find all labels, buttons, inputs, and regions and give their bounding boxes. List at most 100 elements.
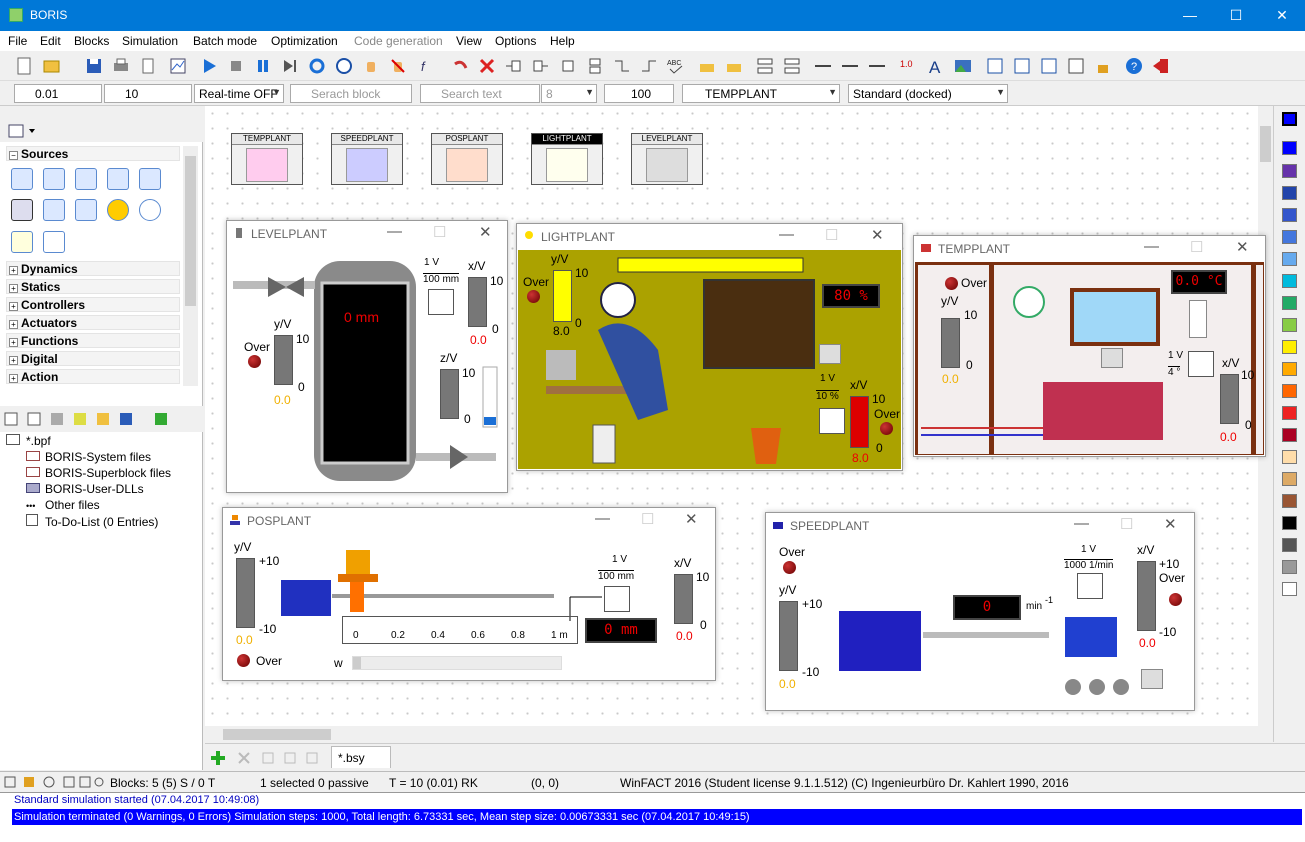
- search-text-field[interactable]: Search text: [420, 84, 540, 103]
- hand-stop-icon[interactable]: [388, 56, 408, 76]
- save-icon[interactable]: [84, 56, 104, 76]
- numbers-icon[interactable]: 1.0: [899, 56, 919, 76]
- w-slider[interactable]: [352, 656, 562, 670]
- color-swatch[interactable]: [1282, 406, 1297, 420]
- window-minimize-button[interactable]: —: [1144, 238, 1159, 255]
- chart-window-icon[interactable]: [168, 56, 188, 76]
- window-maximize-button[interactable]: ☐: [1120, 515, 1133, 533]
- category-actuators[interactable]: + Actuators: [6, 315, 180, 330]
- zoom-field[interactable]: 100: [604, 84, 674, 103]
- color-swatch[interactable]: [1282, 141, 1297, 155]
- lightning-icon[interactable]: [819, 344, 841, 364]
- category-dynamics[interactable]: + Dynamics: [6, 261, 180, 276]
- window-levelplant[interactable]: LEVELPLANT — ☐ ✕ 1 V 100 mm x/V 10 0 0.0…: [226, 220, 508, 493]
- route-icon[interactable]: [612, 56, 632, 76]
- print-preview-icon[interactable]: [138, 56, 158, 76]
- scroll-thumb[interactable]: [1260, 126, 1271, 162]
- window-arrange-icon[interactable]: [985, 56, 1005, 76]
- window-minimize-button[interactable]: —: [779, 226, 794, 243]
- refresh-icon[interactable]: [307, 56, 327, 76]
- window-close-button[interactable]: ✕: [685, 510, 698, 528]
- signal-block-icon[interactable]: [75, 199, 97, 221]
- color-swatch[interactable]: [1282, 450, 1297, 464]
- ungroup-icon[interactable]: [724, 56, 744, 76]
- color-swatch[interactable]: [1282, 384, 1297, 398]
- tree-item-system-files[interactable]: BORIS-System files: [26, 450, 151, 464]
- rotate-icon[interactable]: [558, 56, 578, 76]
- window-close-button[interactable]: ✕: [1164, 515, 1177, 533]
- color-swatch[interactable]: [1282, 318, 1297, 332]
- view-mode-icon[interactable]: [8, 124, 36, 138]
- source-block-icon[interactable]: [43, 168, 65, 190]
- menu-blocks[interactable]: Blocks: [74, 34, 109, 48]
- color-swatch[interactable]: [1282, 538, 1297, 552]
- color-swatch[interactable]: [1282, 362, 1297, 376]
- menu-optimization[interactable]: Optimization: [271, 34, 338, 48]
- window-minimize-button[interactable]: —: [387, 223, 402, 240]
- canvas-horizontal-scrollbar[interactable]: [205, 726, 1273, 743]
- menu-file[interactable]: File: [8, 34, 27, 48]
- source-block-icon[interactable]: [75, 168, 97, 190]
- color-swatch[interactable]: [1282, 208, 1297, 222]
- bus3-icon[interactable]: [867, 56, 887, 76]
- block-tempplant[interactable]: TEMPPLANT: [231, 133, 303, 185]
- menu-batch-mode[interactable]: Batch mode: [193, 34, 257, 48]
- color-swatch[interactable]: [1282, 164, 1297, 178]
- help-icon[interactable]: ?: [1124, 56, 1144, 76]
- window-close-button[interactable]: ✕: [479, 223, 492, 241]
- color-swatch[interactable]: [1282, 340, 1297, 354]
- step-simulation-icon[interactable]: [280, 56, 300, 76]
- block-3d-icon[interactable]: [11, 231, 33, 253]
- lightning-icon[interactable]: [1101, 348, 1123, 368]
- tree-item-user-dlls[interactable]: BORIS-User-DLLs: [26, 482, 144, 496]
- align-icon[interactable]: [585, 56, 605, 76]
- lightning-icon[interactable]: [1141, 669, 1163, 689]
- menu-options[interactable]: Options: [495, 34, 536, 48]
- window-icon[interactable]: [1039, 56, 1059, 76]
- maximize-button[interactable]: ☐: [1213, 0, 1259, 31]
- open-folder-icon[interactable]: [42, 56, 62, 76]
- signal-block-icon[interactable]: [43, 199, 65, 221]
- menu-edit[interactable]: Edit: [40, 34, 61, 48]
- menu-view[interactable]: View: [456, 34, 482, 48]
- category-statics[interactable]: + Statics: [6, 279, 180, 294]
- tree-root[interactable]: *.bpf: [6, 434, 51, 448]
- pause-simulation-icon[interactable]: [253, 56, 273, 76]
- window-maximize-button[interactable]: ☐: [433, 223, 446, 241]
- color-swatch[interactable]: [1282, 582, 1297, 596]
- category-sources[interactable]: − Sources: [6, 146, 180, 161]
- function-icon[interactable]: f: [418, 56, 438, 76]
- cut-connection-icon[interactable]: [504, 56, 524, 76]
- source-block-icon[interactable]: [139, 168, 161, 190]
- clock-icon[interactable]: [334, 56, 354, 76]
- tab-tools-icon[interactable]: [211, 750, 321, 766]
- group-icon[interactable]: [697, 56, 717, 76]
- spellcheck-icon[interactable]: ABC: [666, 56, 686, 76]
- close-button[interactable]: ✕: [1259, 0, 1305, 31]
- block-arrange-icon[interactable]: [755, 56, 775, 76]
- bus-icon[interactable]: [813, 56, 833, 76]
- tab-bsy[interactable]: *.bsy: [331, 746, 391, 768]
- alarm-clock-icon[interactable]: [139, 199, 161, 221]
- menu-code-generation[interactable]: Code generation: [354, 34, 443, 48]
- window-maximize-button[interactable]: ☐: [825, 226, 838, 244]
- color-swatch[interactable]: [1282, 428, 1297, 442]
- font-size-select[interactable]: 8 ▼: [541, 84, 597, 103]
- start-simulation-icon[interactable]: [199, 56, 219, 76]
- image-icon[interactable]: [953, 56, 973, 76]
- disconnect-icon[interactable]: [531, 56, 551, 76]
- gain-block[interactable]: [604, 586, 630, 612]
- color-swatch[interactable]: [1282, 112, 1297, 126]
- text-icon[interactable]: A: [926, 56, 946, 76]
- library-scrollbar[interactable]: [183, 146, 198, 386]
- gain-block[interactable]: [1077, 573, 1103, 599]
- step-size-field[interactable]: 0.01: [14, 84, 102, 103]
- route2-icon[interactable]: [639, 56, 659, 76]
- menu-simulation[interactable]: Simulation: [122, 34, 178, 48]
- color-swatch[interactable]: [1282, 186, 1297, 200]
- category-controllers[interactable]: + Controllers: [6, 297, 180, 312]
- window-minimize-button[interactable]: —: [1074, 515, 1089, 532]
- scroll-thumb[interactable]: [223, 729, 331, 740]
- gain-block[interactable]: [819, 408, 845, 434]
- slider-thumb[interactable]: [353, 657, 361, 669]
